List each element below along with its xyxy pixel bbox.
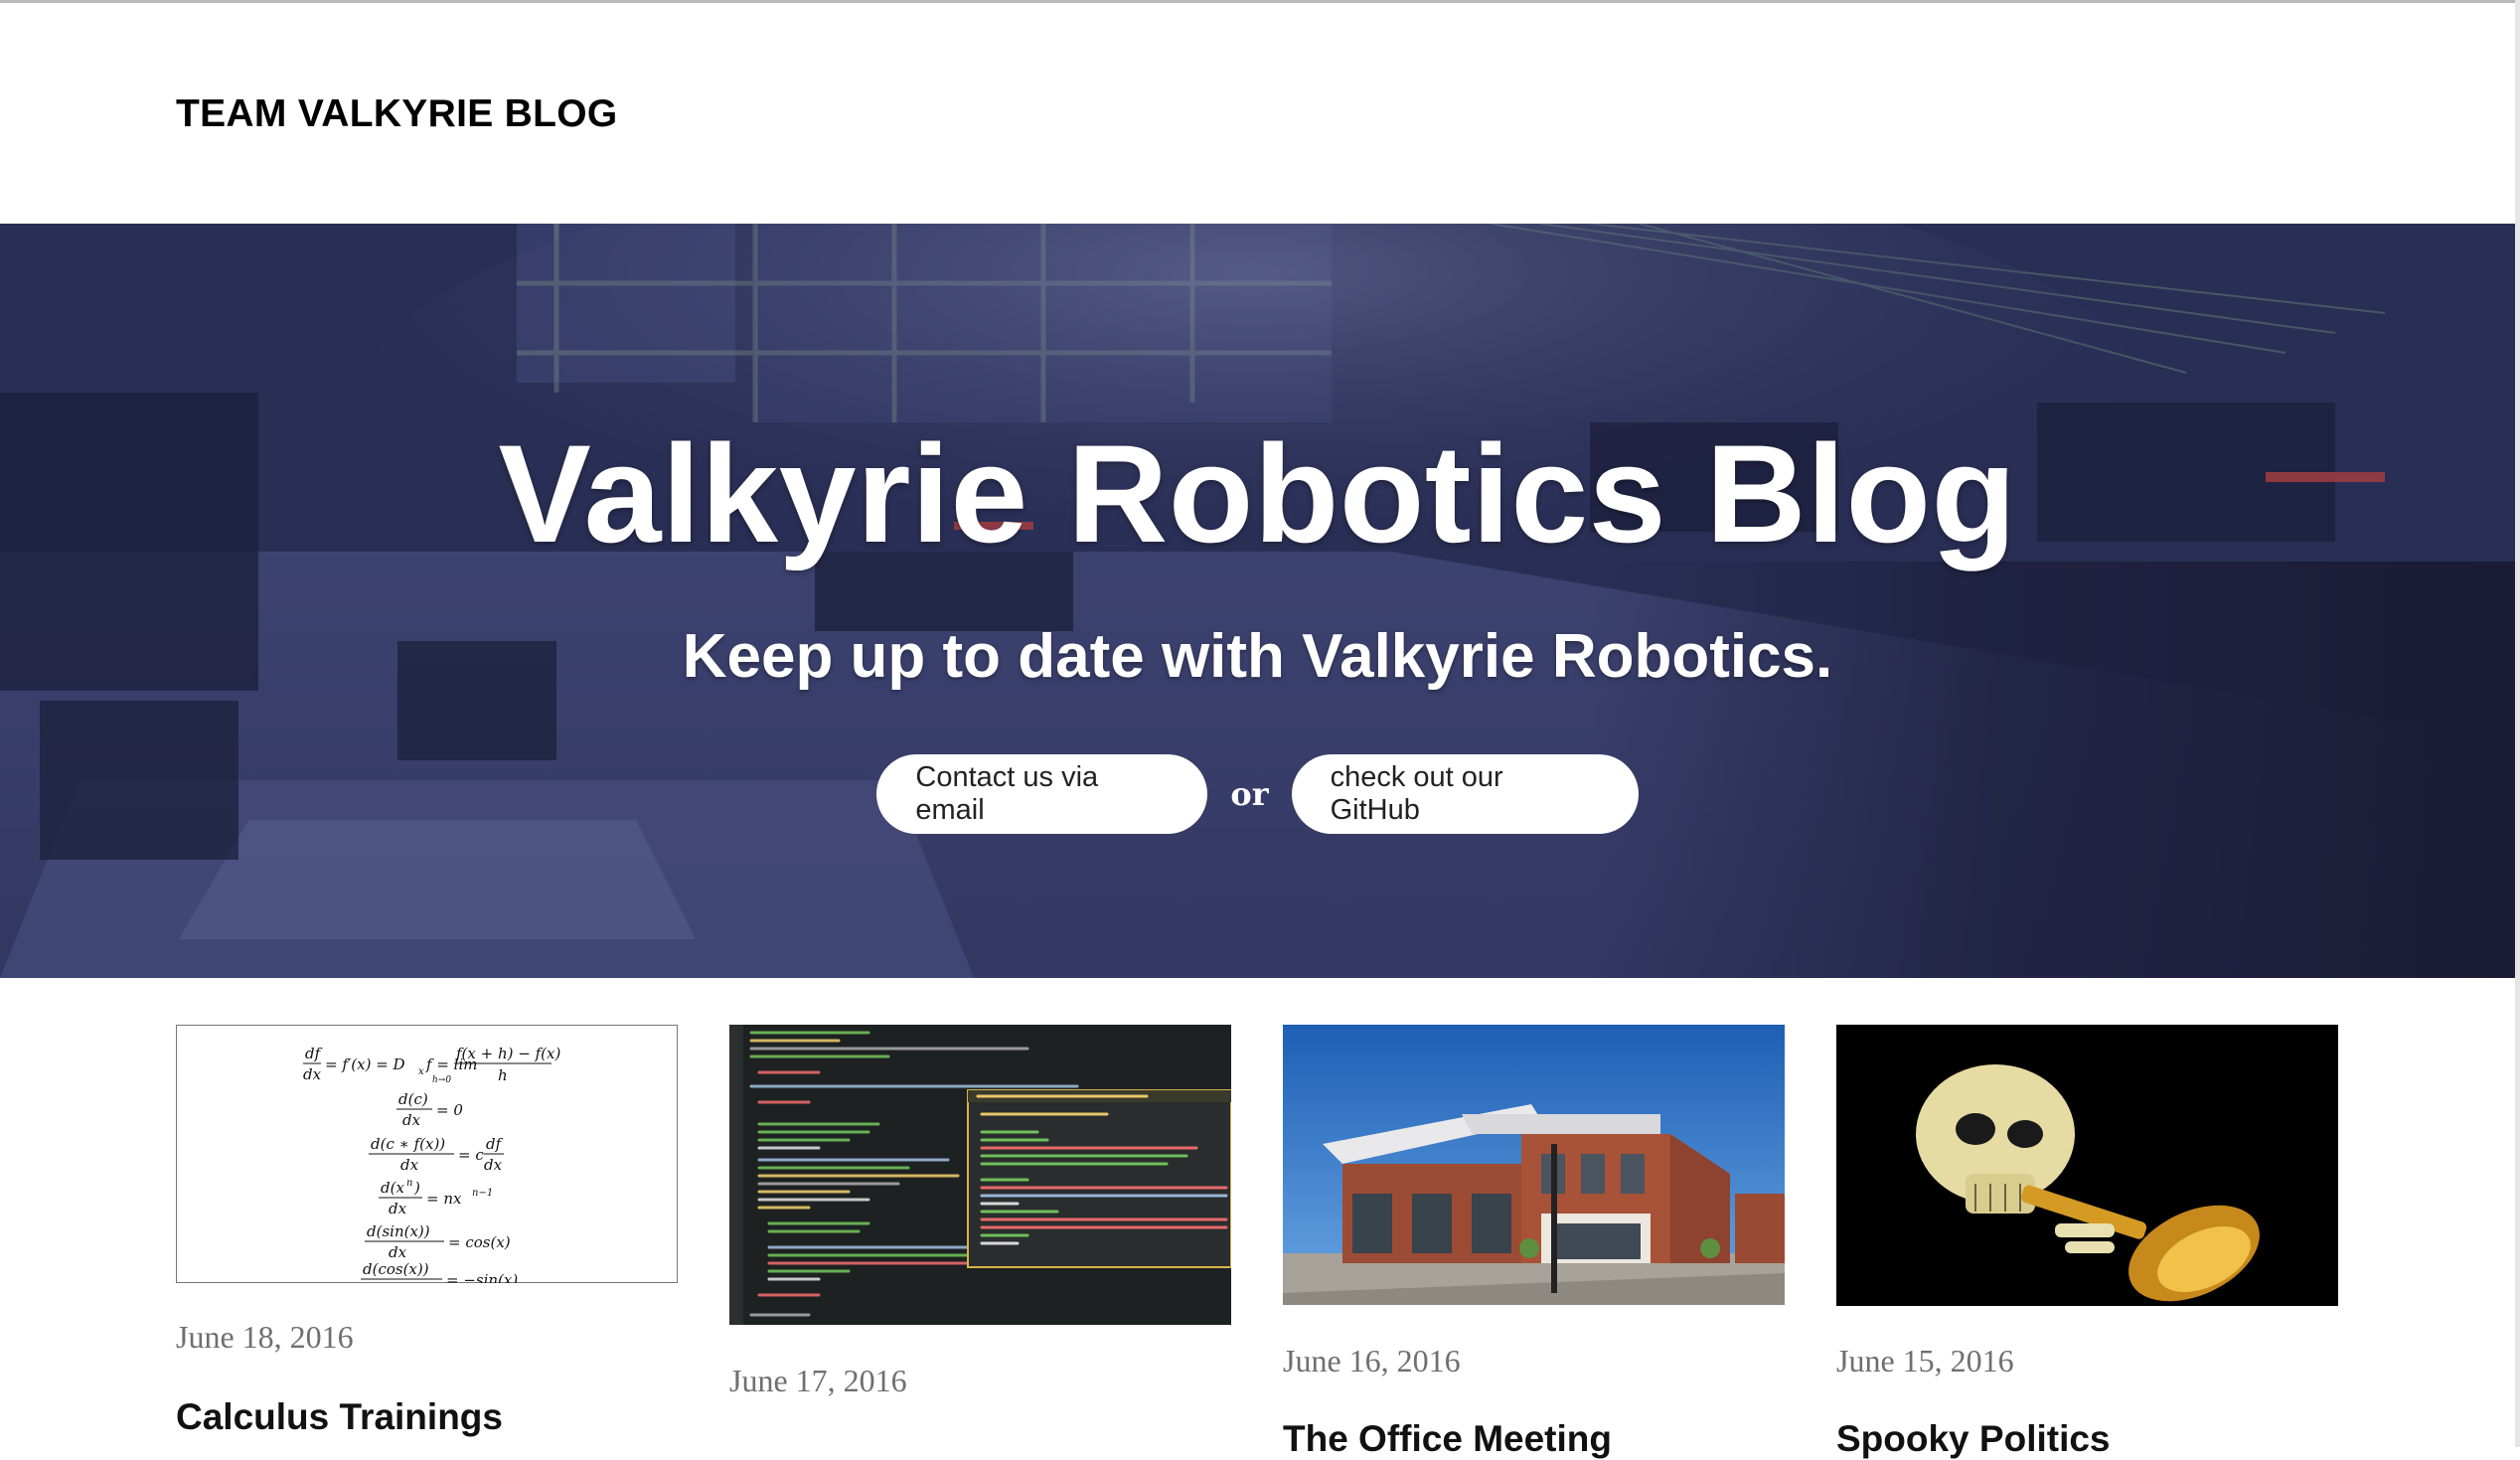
calc-text: d(x [381,1179,404,1197]
calc-text: d(c) [398,1090,428,1108]
calc-text: n [406,1178,412,1189]
skull-trumpet-image [1836,1025,2338,1306]
calc-text: = −sin(x) [446,1271,518,1283]
window-edge [2515,0,2520,1447]
calculus-formulas-image: df dx = f′(x) = D x f = lim h→0 f(x + h)… [176,1025,678,1283]
calc-text: dx [303,1065,322,1083]
github-button[interactable]: check out our GitHub [1291,754,1639,834]
calc-text: d(sin(x)) [367,1222,430,1240]
calc-text: dx [389,1200,407,1217]
calc-text: h→0 [432,1075,451,1085]
calc-text: dx [484,1156,503,1174]
post-thumbnail[interactable] [1836,1025,2338,1306]
post-date: June 16, 2016 [1283,1343,1461,1379]
post-card[interactable]: June 17, 2016 [729,1025,1231,1398]
calc-text: dx [402,1111,421,1129]
cta-row: Contact us via email or check out our Gi… [0,754,2515,834]
calc-text: df [486,1135,504,1153]
post-date: June 17, 2016 [729,1363,907,1398]
office-building-image [1283,1025,1785,1305]
calc-text: = f′(x) = D [325,1055,405,1073]
site-brand-link[interactable]: TEAM VALKYRIE BLOG [176,92,618,136]
calc-text: = 0 [436,1101,463,1119]
calc-text: f(x + h) − f(x) [455,1045,560,1062]
calc-text: d(cos(x)) [363,1260,429,1278]
calc-text: = cos(x) [448,1233,511,1251]
post-date: June 15, 2016 [1836,1343,2014,1379]
post-title[interactable]: Spooky Politics [1836,1418,2111,1460]
post-title[interactable]: The Office Meeting [1283,1418,1612,1460]
hero-banner: Valkyrie Robotics Blog Keep up to date w… [0,224,2515,978]
contact-email-button[interactable]: Contact us via email [876,754,1208,834]
arena-background-image [0,224,2515,978]
calc-text: d(c ∗ f(x)) [371,1135,445,1153]
hero-title: Valkyrie Robotics Blog [498,415,2017,571]
post-thumbnail[interactable] [1283,1025,1785,1305]
post-card[interactable]: df dx = f′(x) = D x f = lim h→0 f(x + h)… [176,1025,678,1437]
calc-text: = nx [426,1190,462,1208]
calc-text: x [418,1066,424,1077]
hero-subtitle: Keep up to date with Valkyrie Robotics. [682,622,1833,691]
post-card[interactable]: June 15, 2016 Spooky Politics [1836,1025,2338,1459]
or-separator: or [1230,775,1269,813]
post-date: June 18, 2016 [176,1319,354,1355]
site-header: TEAM VALKYRIE BLOG [0,3,2515,224]
calc-text: df [305,1045,323,1062]
source-code-image [729,1025,1231,1325]
post-thumbnail[interactable]: df dx = f′(x) = D x f = lim h→0 f(x + h)… [176,1025,678,1283]
calc-text: dx [400,1156,419,1174]
post-thumbnail[interactable] [729,1025,1231,1325]
calc-text: h [498,1066,508,1084]
calc-text: dx [389,1243,407,1261]
calc-text: ) [413,1179,420,1197]
calc-text: n−1 [472,1188,493,1199]
calc-text: = c [458,1146,484,1164]
post-card[interactable]: June 16, 2016 The Office Meeting [1283,1025,1785,1459]
post-title[interactable]: Calculus Trainings [176,1396,503,1438]
